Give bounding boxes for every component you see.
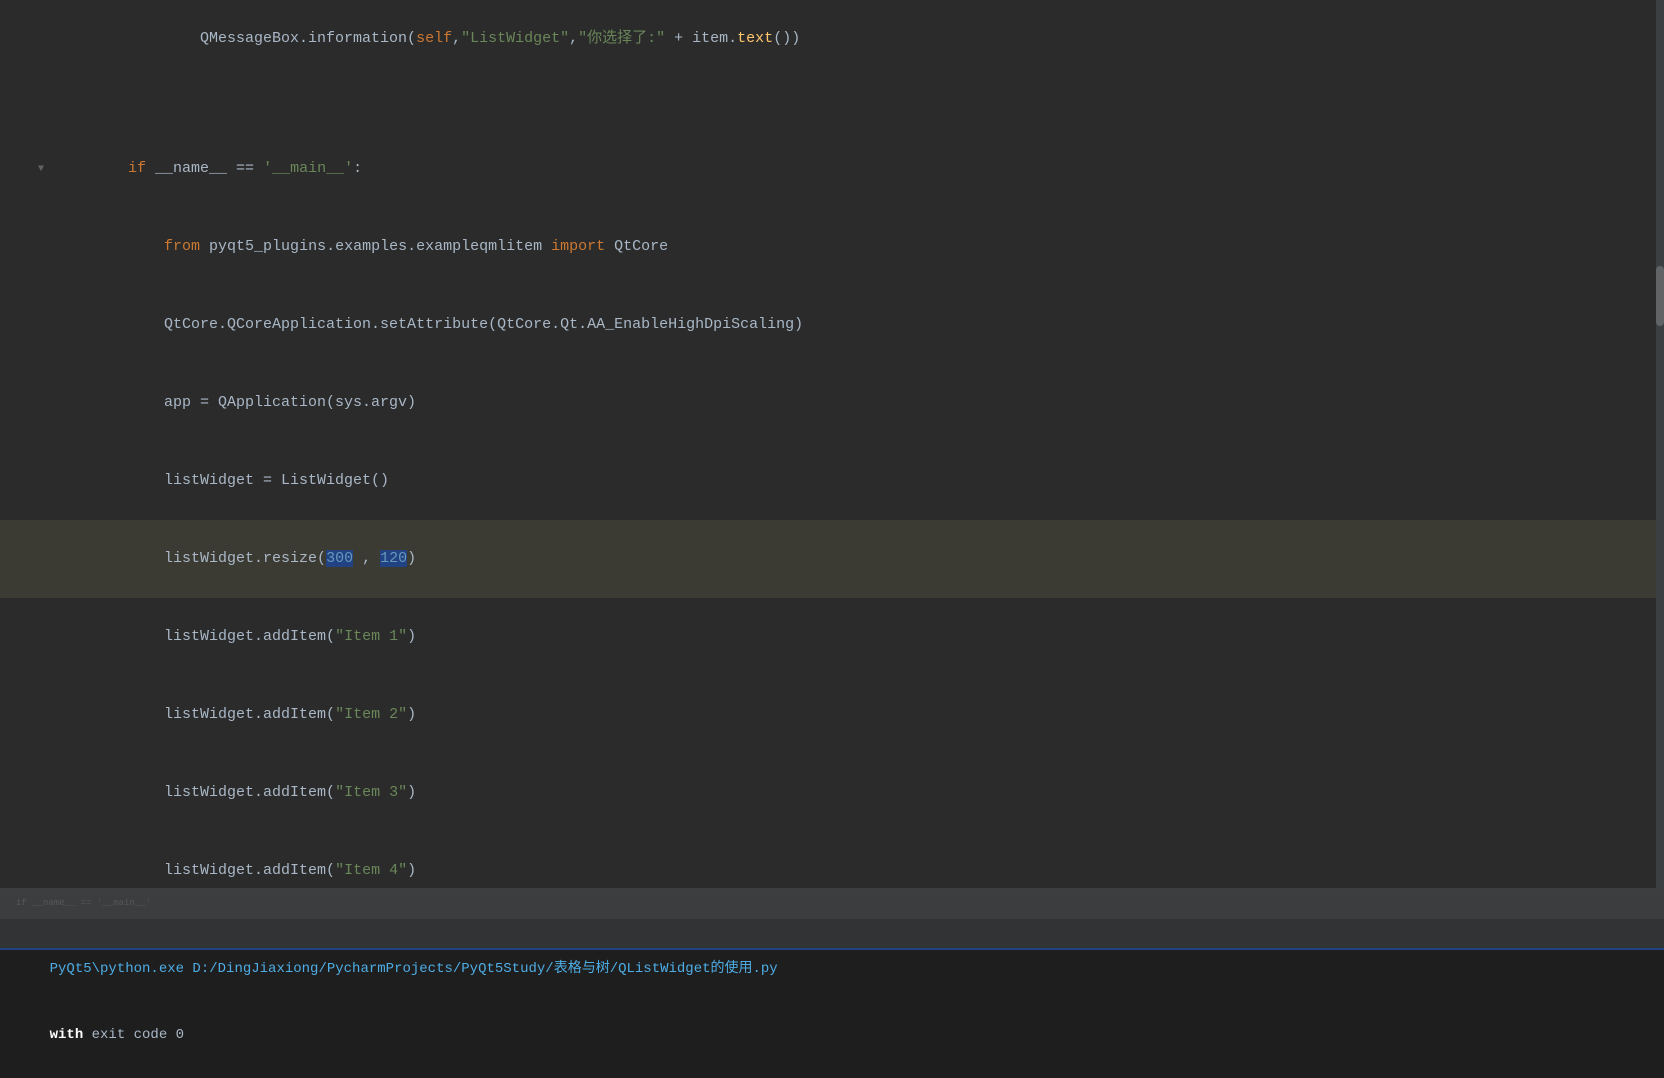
- code-line-additem1: listWidget.addItem("Item 1"): [0, 598, 1664, 676]
- scrollbar-thumb[interactable]: [1656, 266, 1664, 326]
- code-token-item2: "Item 2": [335, 706, 407, 723]
- code-token: ()): [773, 30, 800, 47]
- code-token-120: 120: [380, 550, 407, 567]
- code-token: ): [407, 862, 416, 879]
- code-line-resize: listWidget.resize(300 , 120): [0, 520, 1664, 598]
- code-token-item1: "Item 1": [335, 628, 407, 645]
- code-token: app = QApplication(sys.argv): [128, 394, 416, 411]
- minimap-text: if __name__ == '__main__': [16, 898, 151, 908]
- fold-icon: [34, 396, 48, 410]
- code-line-empty: [0, 78, 1664, 104]
- code-token: + item.: [665, 30, 737, 47]
- code-token: ): [407, 706, 416, 723]
- code-token-main-str: '__main__': [263, 160, 353, 177]
- code-token: listWidget = ListWidget(): [128, 472, 389, 489]
- code-token: QtCore: [605, 238, 668, 255]
- fold-icon: [34, 786, 48, 800]
- code-token-from: from: [164, 238, 200, 255]
- code-line-app: app = QApplication(sys.argv): [0, 364, 1664, 442]
- code-token-300: 300: [326, 550, 353, 567]
- code-content[interactable]: if __name__ == '__main__':: [48, 130, 1664, 208]
- fold-icon: [34, 84, 48, 98]
- code-token-item4: "Item 4": [335, 862, 407, 879]
- code-token: "你选择了:": [578, 30, 665, 47]
- fold-icon: [34, 552, 48, 566]
- code-line: QMessageBox.information(self,"ListWidget…: [0, 0, 1664, 78]
- code-token: "ListWidget": [461, 30, 569, 47]
- code-token: listWidget.addItem(: [128, 784, 335, 801]
- code-line-from: from pyqt5_plugins.examples.exampleqmlit…: [0, 208, 1664, 286]
- code-token-item3: "Item 3": [335, 784, 407, 801]
- code-line-additem2: listWidget.addItem("Item 2"): [0, 676, 1664, 754]
- code-token: [128, 238, 164, 255]
- code-content[interactable]: QtCore.QCoreApplication.setAttribute(QtC…: [48, 286, 1664, 364]
- code-token: __name__ ==: [146, 160, 263, 177]
- minimap-area: if __name__ == '__main__': [0, 888, 1664, 948]
- code-line-empty: [0, 104, 1664, 130]
- code-token: self: [416, 30, 452, 47]
- code-token: ,: [353, 550, 380, 567]
- code-token: ): [407, 784, 416, 801]
- code-content[interactable]: listWidget = ListWidget(): [48, 442, 1664, 520]
- code-token: ): [407, 628, 416, 645]
- code-token: text: [737, 30, 773, 47]
- code-container: QMessageBox.information(self,"ListWidget…: [0, 0, 1664, 888]
- fold-icon: [34, 32, 48, 46]
- code-token: ,: [452, 30, 461, 47]
- terminal-area: PyQt5\python.exe D:/DingJiaxiong/Pycharm…: [0, 948, 1664, 1078]
- code-token: QtCore.QCoreApplication.setAttribute(QtC…: [128, 316, 803, 333]
- code-token: listWidget.addItem(: [128, 628, 335, 645]
- terminal-command-text: PyQt5\python.exe D:/DingJiaxiong/Pycharm…: [50, 961, 778, 977]
- code-token: listWidget.addItem(: [128, 862, 335, 879]
- fold-icon: [34, 864, 48, 878]
- code-token: QMessageBox.information(: [128, 30, 416, 47]
- code-token: ,: [569, 30, 578, 47]
- fold-icon: [34, 110, 48, 124]
- fold-icon: [34, 708, 48, 722]
- code-token: listWidget.resize(: [128, 550, 326, 567]
- code-content[interactable]: from pyqt5_plugins.examples.exampleqmlit…: [48, 208, 1664, 286]
- code-token: listWidget.addItem(: [128, 706, 335, 723]
- fold-icon[interactable]: ▼: [34, 162, 48, 176]
- code-token-import: import: [551, 238, 605, 255]
- fold-icon: [34, 630, 48, 644]
- code-content[interactable]: listWidget.addItem("Item 3"): [48, 754, 1664, 832]
- terminal-with-text: with: [50, 1027, 84, 1043]
- terminal-exit-line: with exit code 0: [16, 1002, 1648, 1068]
- code-token: pyqt5_plugins.examples.exampleqmlitem: [200, 238, 551, 255]
- editor-area[interactable]: QMessageBox.information(self,"ListWidget…: [0, 0, 1664, 948]
- code-content[interactable]: listWidget.addItem("Item 1"): [48, 598, 1664, 676]
- code-line-listwidget: listWidget = ListWidget(): [0, 442, 1664, 520]
- code-line-additem4: listWidget.addItem("Item 4"): [0, 832, 1664, 888]
- scrollbar-vertical[interactable]: [1656, 0, 1664, 888]
- code-content[interactable]: listWidget.addItem("Item 4"): [48, 832, 1664, 888]
- code-content[interactable]: listWidget.addItem("Item 2"): [48, 676, 1664, 754]
- fold-icon: [34, 474, 48, 488]
- code-token: :: [353, 160, 362, 177]
- minimap-code: if __name__ == '__main__': [0, 889, 1664, 917]
- code-content[interactable]: listWidget.resize(300 , 120): [48, 520, 1664, 598]
- code-content[interactable]: app = QApplication(sys.argv): [48, 364, 1664, 442]
- fold-icon: [34, 318, 48, 332]
- code-token: ): [407, 550, 416, 567]
- code-line-if-main: ▼ if __name__ == '__main__':: [0, 130, 1664, 208]
- terminal-exit-text: exit code 0: [83, 1027, 184, 1043]
- code-line-additem3: listWidget.addItem("Item 3"): [0, 754, 1664, 832]
- fold-icon: [34, 240, 48, 254]
- code-content[interactable]: QMessageBox.information(self,"ListWidget…: [48, 0, 1664, 78]
- code-token-if: if: [128, 160, 146, 177]
- code-line-qtcore: QtCore.QCoreApplication.setAttribute(QtC…: [0, 286, 1664, 364]
